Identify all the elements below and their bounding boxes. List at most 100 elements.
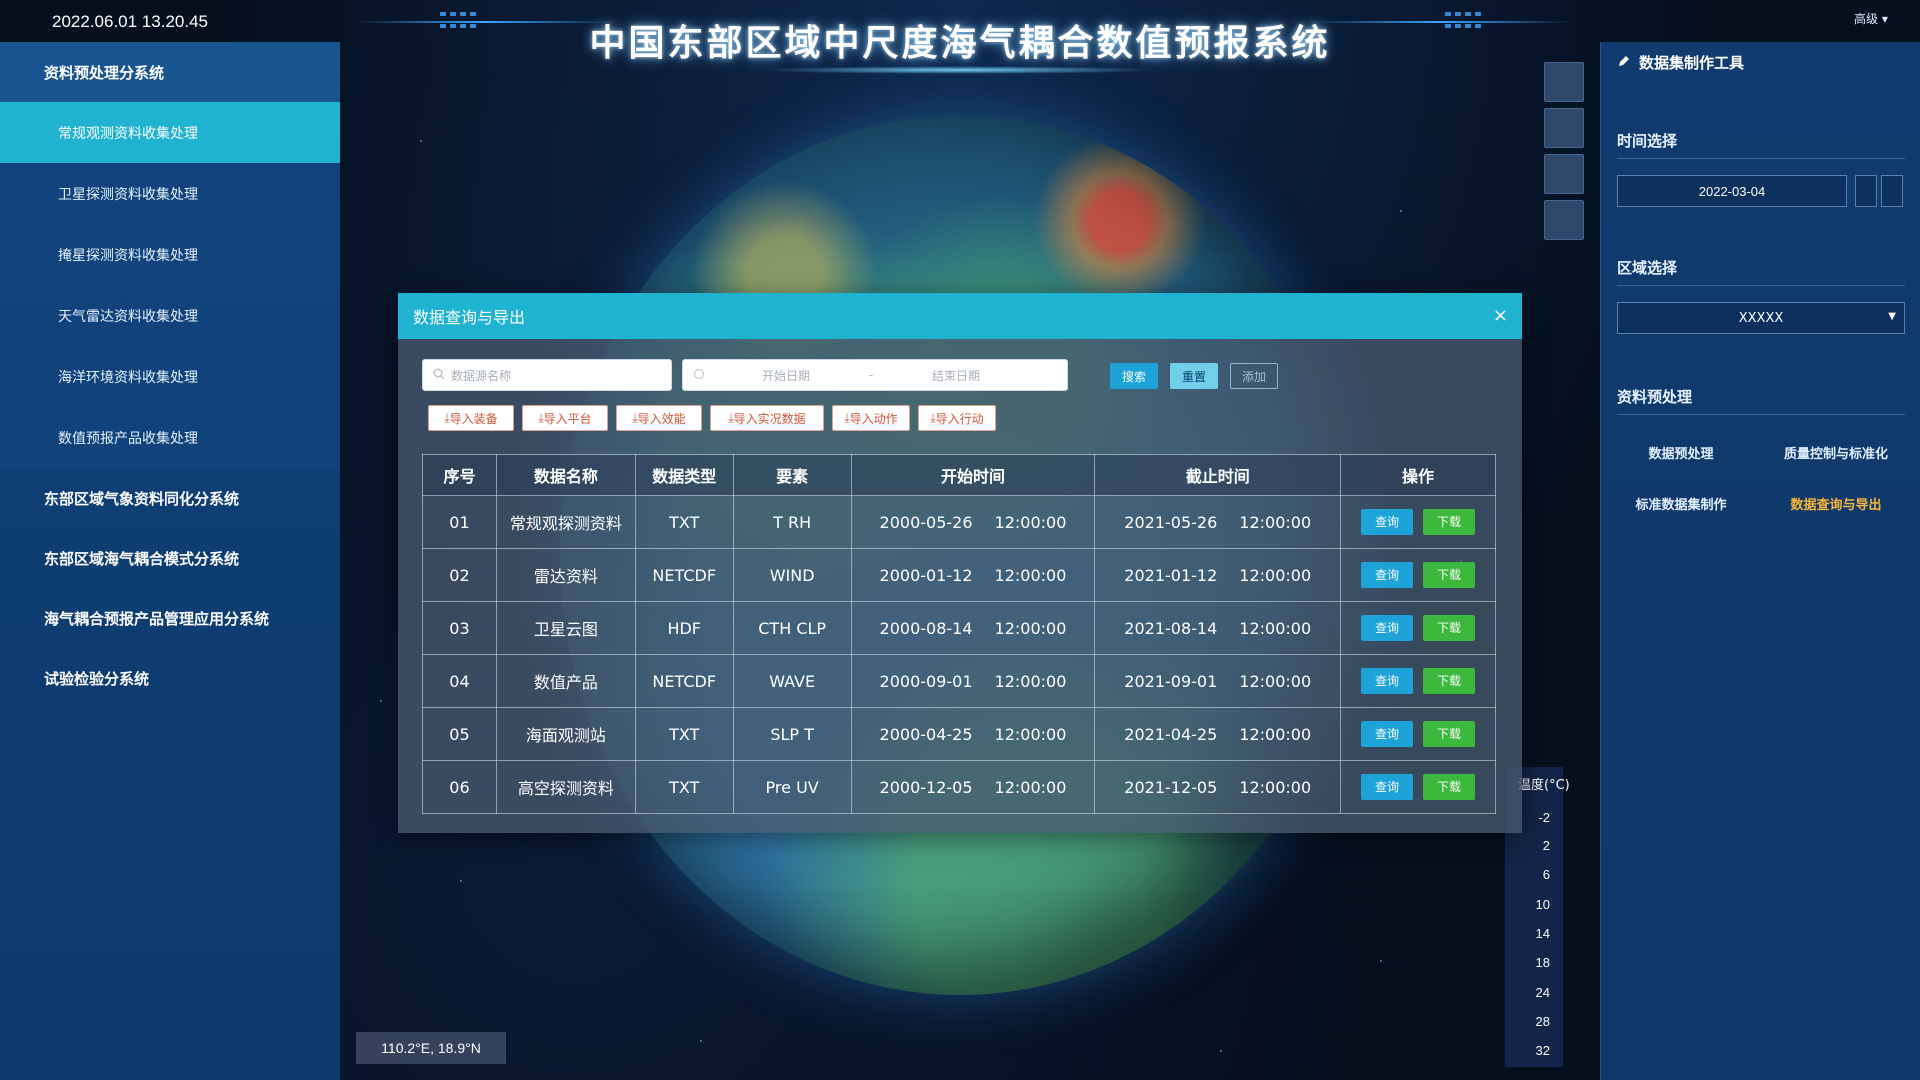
end-clock: 12:00:00 — [1239, 671, 1312, 691]
download-button[interactable]: 下载 — [1423, 774, 1476, 800]
date-range-input[interactable]: 开始日期 - 结束日期 — [682, 359, 1068, 391]
cell-start-time: 2000-09-01 12:00:00 — [850, 654, 1096, 708]
map-tool-button-2[interactable] — [1544, 108, 1584, 148]
import-platform-button[interactable]: ⤓ 导入平台 — [522, 405, 608, 431]
cell-name: 数值产品 — [495, 654, 636, 708]
end-date: 2021-04-25 — [1124, 724, 1218, 744]
legend-value: 2 — [1542, 838, 1550, 853]
link-standard-dataset[interactable]: 标准数据集制作 — [1606, 494, 1756, 513]
search-input[interactable]: 数据源名称 — [422, 359, 672, 391]
dialog-title: 数据查询与导出 — [413, 308, 526, 327]
table-row: 05 海面观测站 TXT SLP T 2000-04-25 12:00:00 20… — [422, 707, 1496, 761]
query-button[interactable]: 查询 — [1361, 615, 1414, 641]
import-action-button[interactable]: ⤓ 导入动作 — [832, 405, 910, 431]
start-date: 2000-04-25 — [879, 724, 973, 744]
start-date-placeholder[interactable]: 开始日期 — [711, 367, 861, 384]
end-date-placeholder[interactable]: 结束日期 — [881, 367, 1031, 384]
nav-item-ocean-env[interactable]: 海洋环境资料收集处理 — [0, 346, 340, 407]
link-quality-control[interactable]: 质量控制与标准化 — [1761, 443, 1911, 462]
cell-start-time: 2000-08-14 12:00:00 — [850, 601, 1096, 655]
user-menu-dropdown[interactable]: 高级 ▾ — [1854, 10, 1888, 27]
link-data-query-export[interactable]: 数据查询与导出 — [1761, 494, 1911, 513]
import-button-label: 导入动作 — [849, 411, 898, 426]
query-button[interactable]: 查询 — [1361, 721, 1414, 747]
link-data-preprocess[interactable]: 数据预处理 — [1606, 443, 1756, 462]
nav-group-test-verify[interactable]: 试验检验分系统 — [0, 648, 340, 708]
col-header-start-time: 开始时间 — [850, 454, 1096, 496]
date-next-button[interactable] — [1881, 175, 1903, 207]
download-button[interactable]: 下载 — [1423, 509, 1476, 535]
cell-end-time: 2021-01-12 12:00:00 — [1094, 548, 1342, 602]
col-header-no: 序号 — [422, 454, 497, 496]
date-prev-button[interactable] — [1855, 175, 1877, 207]
cell-name: 常规观探测资料 — [495, 495, 636, 549]
cell-no: 01 — [422, 495, 497, 549]
data-table: 序号 数据名称 数据类型 要素 开始时间 截止时间 操作 01 常规观探测资料 … — [422, 454, 1496, 814]
nav-group-assimilation[interactable]: 东部区域气象资料同化分系统 — [0, 468, 340, 528]
import-button-label: 导入行动 — [935, 411, 984, 426]
cell-type: NETCDF — [634, 548, 734, 602]
nav-item-satellite[interactable]: 卫星探测资料收集处理 — [0, 163, 340, 224]
nav-item-nwp-products[interactable]: 数值预报产品收集处理 — [0, 407, 340, 468]
col-header-name: 数据名称 — [495, 454, 636, 496]
start-date: 2000-08-14 — [879, 618, 973, 638]
download-button[interactable]: 下载 — [1423, 615, 1476, 641]
query-button[interactable]: 查询 — [1361, 562, 1414, 588]
import-button-label: 导入装备 — [449, 411, 498, 426]
import-equipment-button[interactable]: ⤓ 导入装备 — [428, 405, 514, 431]
cell-end-time: 2021-08-14 12:00:00 — [1094, 601, 1342, 655]
import-live-data-button[interactable]: ⤓ 导入实况数据 — [710, 405, 824, 431]
cell-element: WAVE — [732, 654, 852, 708]
nav-group-product-mgmt[interactable]: 海气耦合预报产品管理应用分系统 — [0, 588, 340, 648]
map-tool-button-3[interactable] — [1544, 154, 1584, 194]
region-select-value: XXXXX — [1738, 310, 1784, 326]
start-clock: 12:00:00 — [994, 512, 1067, 532]
reset-button[interactable]: 重置 — [1170, 363, 1218, 389]
divider — [1617, 414, 1905, 415]
query-button[interactable]: 查询 — [1361, 509, 1414, 535]
end-clock: 12:00:00 — [1239, 724, 1312, 744]
cell-end-time: 2021-12-05 12:00:00 — [1094, 760, 1342, 814]
calendar-icon — [693, 368, 705, 383]
search-button[interactable]: 搜索 — [1110, 363, 1158, 389]
query-button[interactable]: 查询 — [1361, 668, 1414, 694]
close-icon[interactable]: × — [1493, 305, 1508, 326]
col-header-element: 要素 — [732, 454, 852, 496]
map-tool-button-1[interactable] — [1544, 62, 1584, 102]
panel-title: 数据集制作工具 — [1617, 52, 1744, 73]
import-operation-button[interactable]: ⤓ 导入行动 — [918, 405, 996, 431]
nav-item-conventional-obs[interactable]: 常规观测资料收集处理 — [0, 102, 340, 163]
nav-item-weather-radar[interactable]: 天气雷达资料收集处理 — [0, 285, 340, 346]
query-button[interactable]: 查询 — [1361, 774, 1414, 800]
legend-value: 10 — [1535, 897, 1550, 912]
cell-type: HDF — [634, 601, 734, 655]
legend-value: 18 — [1535, 955, 1550, 970]
cell-element: CTH CLP — [732, 601, 852, 655]
cell-no: 03 — [422, 601, 497, 655]
add-button[interactable]: 添加 — [1230, 363, 1278, 389]
import-button-label: 导入平台 — [543, 411, 592, 426]
nav-group-preprocess[interactable]: 资料预处理分系统 — [0, 42, 340, 102]
panel-title-text: 数据集制作工具 — [1639, 54, 1745, 72]
date-input[interactable] — [1617, 175, 1847, 207]
start-date: 2000-05-26 — [879, 512, 973, 532]
table-row: 06 高空探测资料 TXT Pre UV 2000-12-05 12:00:00 … — [422, 760, 1496, 814]
end-clock: 12:00:00 — [1239, 512, 1312, 532]
cell-start-time: 2000-05-26 12:00:00 — [850, 495, 1096, 549]
end-date: 2021-05-26 — [1124, 512, 1218, 532]
download-button[interactable]: 下载 — [1423, 562, 1476, 588]
start-date: 2000-12-05 — [879, 777, 973, 797]
map-tool-button-4[interactable] — [1544, 200, 1584, 240]
download-button[interactable]: 下载 — [1423, 721, 1476, 747]
preprocess-label: 资料预处理 — [1617, 388, 1693, 406]
col-header-actions: 操作 — [1340, 454, 1496, 496]
download-button[interactable]: 下载 — [1423, 668, 1476, 694]
table-row: 03 卫星云图 HDF CTH CLP 2000-08-14 12:00:00 2… — [422, 601, 1496, 655]
cell-name: 海面观测站 — [495, 707, 636, 761]
nav-item-occultation[interactable]: 掩星探测资料收集处理 — [0, 224, 340, 285]
nav-group-coupled-model[interactable]: 东部区域海气耦合模式分系统 — [0, 528, 340, 588]
region-select[interactable]: XXXXX ▼ — [1617, 302, 1905, 334]
import-efficiency-button[interactable]: ⤓ 导入效能 — [616, 405, 702, 431]
end-clock: 12:00:00 — [1239, 618, 1312, 638]
cell-end-time: 2021-05-26 12:00:00 — [1094, 495, 1342, 549]
